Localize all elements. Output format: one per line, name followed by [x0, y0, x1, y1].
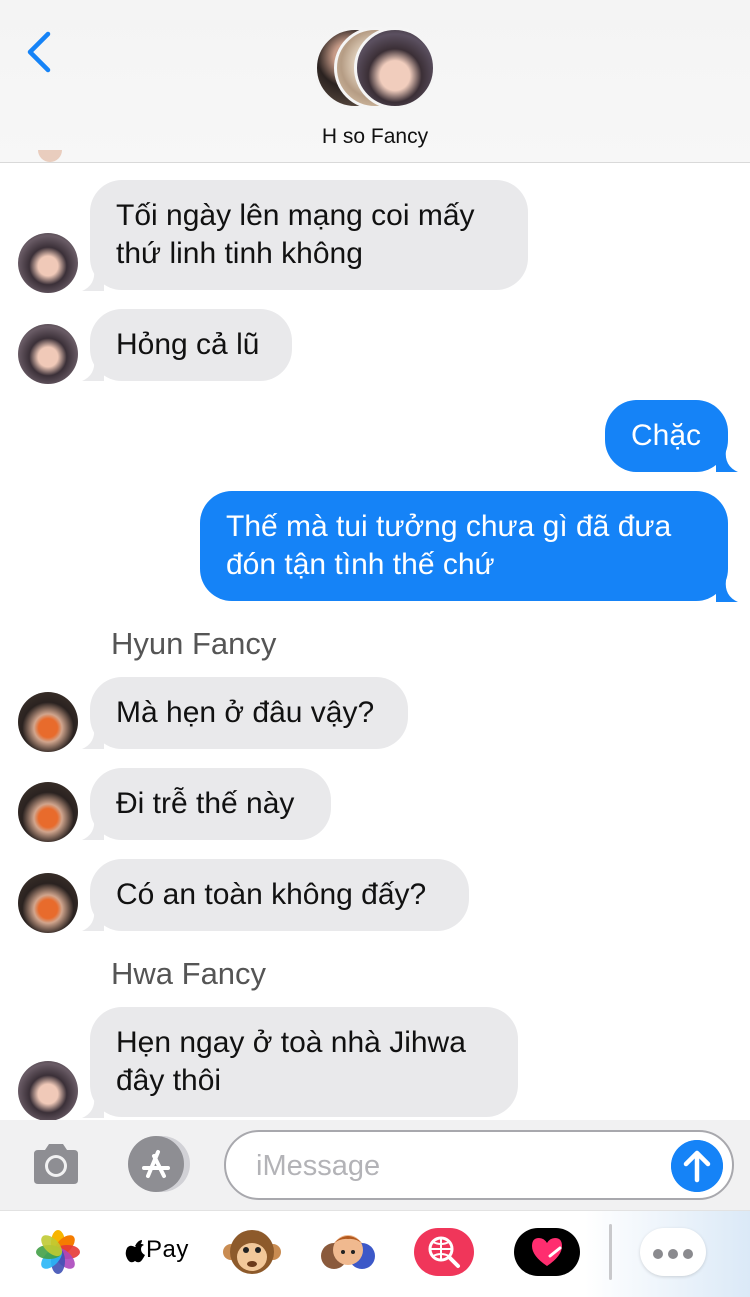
app-store-icon[interactable] [126, 1136, 190, 1192]
sender-name: Hyun Fancy [111, 626, 277, 661]
message-text: Hỏng cả lũ [116, 328, 260, 361]
avatar [18, 233, 78, 293]
back-chevron-icon[interactable] [22, 30, 56, 74]
message-bubble-incoming[interactable]: Có an toàn không đấy? [90, 859, 469, 931]
avatar [354, 27, 436, 109]
digital-touch-icon[interactable] [514, 1226, 580, 1278]
avatar [18, 692, 78, 752]
message-bubble-outgoing[interactable]: Chặc [605, 400, 728, 472]
message-text: đón tận tình thế chứ [226, 548, 495, 581]
sender-name: Hwa Fancy [111, 956, 267, 991]
apple-logo-icon [125, 1240, 145, 1263]
conversation-title[interactable]: H so Fancy [0, 125, 750, 149]
message-field[interactable] [224, 1130, 734, 1200]
message-text: đây thôi [116, 1064, 222, 1097]
message-text: Thế mà tui tưởng chưa gì đã đưa [226, 510, 672, 543]
drawer-divider [609, 1224, 612, 1280]
message-bubble-incoming[interactable]: Hỏng cả lũ [90, 309, 292, 381]
message-bubble-outgoing[interactable]: Thế mà tui tưởng chưa gì đã đưa đón tận … [200, 491, 728, 601]
avatar [18, 873, 78, 933]
message-bubble-incoming[interactable]: Tối ngày lên mạng coi mấy thứ linh tinh … [90, 180, 528, 290]
avatar [18, 324, 78, 384]
message-text: Hẹn ngay ở toà nhà Jihwa [116, 1026, 466, 1059]
monkey-animoji-icon[interactable] [222, 1226, 282, 1278]
message-text: Mà hẹn ở đâu vậy? [116, 696, 375, 729]
message-text: Chặc [631, 419, 702, 452]
message-text: Đi trễ thế này [116, 787, 295, 820]
message-input[interactable] [256, 1144, 656, 1188]
message-bubble-incoming[interactable]: Hẹn ngay ở toà nhà Jihwa đây thôi [90, 1007, 518, 1117]
conversation-header: H so Fancy [0, 0, 750, 163]
more-icon[interactable] [640, 1228, 706, 1276]
message-bubble-incoming[interactable]: Mà hẹn ở đâu vậy? [90, 677, 408, 749]
camera-icon[interactable] [30, 1138, 82, 1190]
avatar [18, 782, 78, 842]
avatar [18, 1061, 78, 1121]
apple-pay-label[interactable]: Pay [146, 1236, 189, 1264]
message-text: thứ linh tinh không [116, 237, 363, 270]
web-search-icon[interactable] [414, 1226, 474, 1278]
message-text: Có an toàn không đấy? [116, 878, 427, 911]
message-text: Tối ngày lên mạng coi mấy [116, 199, 475, 232]
memoji-icon[interactable] [318, 1226, 378, 1278]
message-bubble-incoming[interactable]: Đi trễ thế này [90, 768, 331, 840]
send-arrow-icon[interactable] [671, 1140, 723, 1192]
group-avatar-stack[interactable] [314, 27, 438, 111]
photos-icon[interactable] [28, 1226, 88, 1278]
